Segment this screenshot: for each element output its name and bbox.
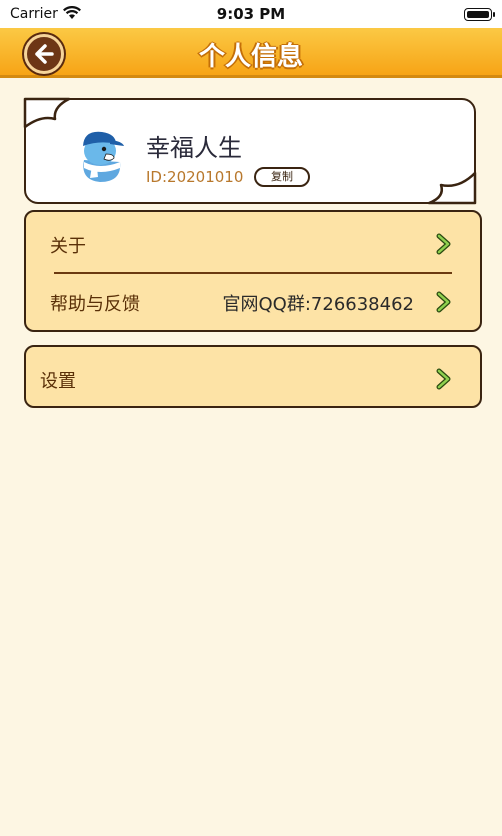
menu-item-settings[interactable]: 设置 <box>26 349 480 407</box>
nav-header: 个人信息 <box>0 28 502 78</box>
menu-item-label: 帮助与反馈 <box>50 294 140 315</box>
menu-card-info: 关于 帮助与反馈 官网QQ群:726638462 <box>24 210 482 332</box>
user-id: ID:20201010 <box>146 168 244 186</box>
menu-item-label: 设置 <box>40 371 76 392</box>
page-title: 个人信息 <box>198 42 303 72</box>
menu-item-about[interactable]: 关于 <box>26 214 480 272</box>
battery-icon <box>464 8 495 21</box>
profile-card: 幸福人生 ID:20201010 复制 <box>23 97 477 205</box>
page-fold-icon <box>23 97 71 129</box>
copy-button[interactable]: 复制 <box>254 167 310 187</box>
chevron-right-icon <box>436 291 451 313</box>
menu-item-label: 关于 <box>50 236 86 257</box>
avatar-bird-icon <box>83 131 124 182</box>
status-time: 9:03 PM <box>216 5 286 23</box>
user-name: 幸福人生 <box>146 134 242 162</box>
qq-group-value: 官网QQ群:726638462 <box>222 294 414 315</box>
chevron-right-icon <box>436 368 451 390</box>
menu-card-settings: 设置 <box>24 345 482 408</box>
chevron-right-icon <box>436 233 451 255</box>
menu-item-help-feedback[interactable]: 帮助与反馈 官网QQ群:726638462 <box>26 272 480 330</box>
page-fold-icon <box>427 171 477 205</box>
status-bar: Carrier 9:03 PM <box>0 0 502 28</box>
